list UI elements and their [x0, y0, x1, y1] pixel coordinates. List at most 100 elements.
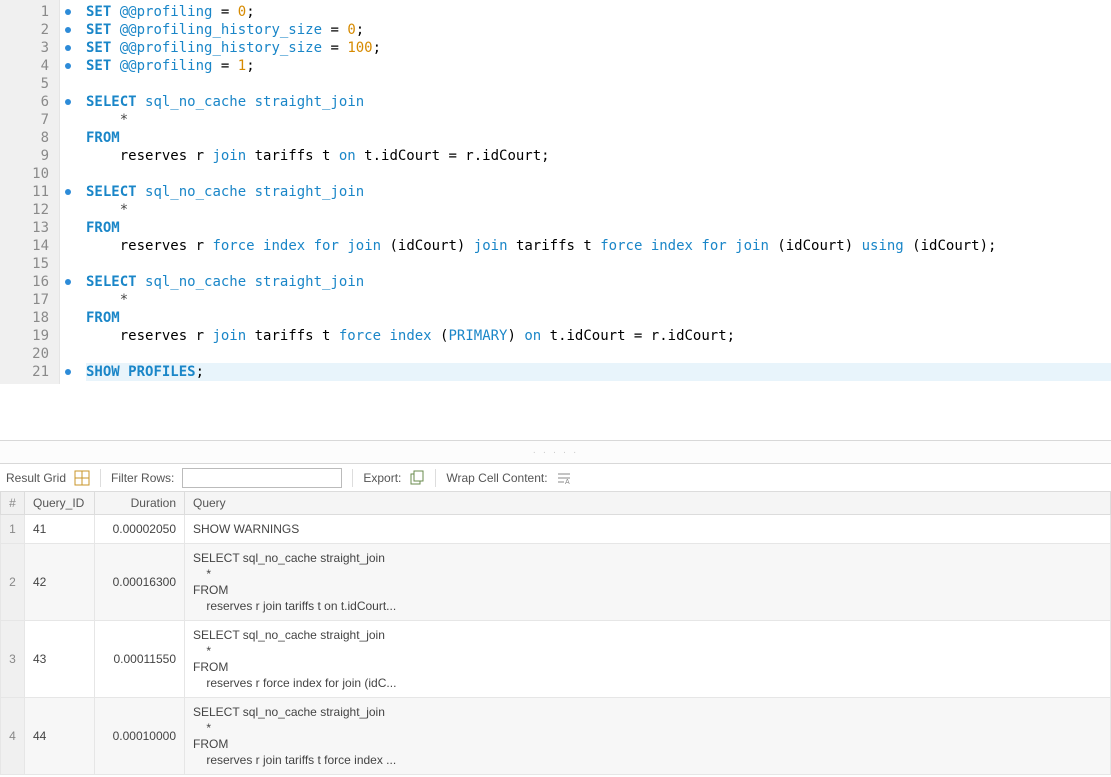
- statement-marker: [60, 345, 76, 363]
- result-grid-icon[interactable]: [74, 470, 90, 486]
- row-number-cell: 3: [1, 620, 25, 697]
- result-grid-table[interactable]: # Query_ID Duration Query 1410.00002050S…: [0, 492, 1111, 775]
- code-line[interactable]: reserves r force index for join (idCourt…: [86, 237, 1111, 255]
- code-line[interactable]: *: [86, 111, 1111, 129]
- line-number: 19: [0, 327, 53, 345]
- query-id-cell[interactable]: 44: [25, 697, 95, 774]
- col-header-duration[interactable]: Duration: [95, 492, 185, 514]
- statement-dot-icon: [65, 279, 71, 285]
- line-number: 7: [0, 111, 53, 129]
- code-line[interactable]: FROM: [86, 129, 1111, 147]
- statement-marker: [60, 273, 76, 291]
- duration-cell[interactable]: 0.00010000: [95, 697, 185, 774]
- sql-editor[interactable]: 123456789101112131415161718192021 SET @@…: [0, 0, 1111, 440]
- statement-marker: [60, 327, 76, 345]
- table-row[interactable]: 2420.00016300SELECT sql_no_cache straigh…: [1, 543, 1111, 620]
- row-number-cell: 2: [1, 543, 25, 620]
- code-line[interactable]: [86, 345, 1111, 363]
- statement-marker: [60, 57, 76, 75]
- statement-marker: [60, 39, 76, 57]
- line-number: 8: [0, 129, 53, 147]
- toolbar-separator: [352, 469, 353, 487]
- statement-marker: [60, 255, 76, 273]
- col-header-query-id[interactable]: Query_ID: [25, 492, 95, 514]
- code-line[interactable]: [86, 75, 1111, 93]
- statement-dot-icon: [65, 9, 71, 15]
- query-cell[interactable]: SELECT sql_no_cache straight_join * FROM…: [185, 697, 1111, 774]
- statement-marker: [60, 237, 76, 255]
- col-header-rownum[interactable]: #: [1, 492, 25, 514]
- code-line[interactable]: SET @@profiling_history_size = 0;: [86, 21, 1111, 39]
- line-number: 14: [0, 237, 53, 255]
- line-number: 4: [0, 57, 53, 75]
- line-number: 9: [0, 147, 53, 165]
- query-id-cell[interactable]: 42: [25, 543, 95, 620]
- result-grid-label: Result Grid: [6, 471, 66, 485]
- statement-dot-icon: [65, 45, 71, 51]
- code-line[interactable]: SELECT sql_no_cache straight_join: [86, 93, 1111, 111]
- line-number: 13: [0, 219, 53, 237]
- col-header-query[interactable]: Query: [185, 492, 1111, 514]
- query-id-cell[interactable]: 41: [25, 514, 95, 543]
- table-row[interactable]: 3430.00011550SELECT sql_no_cache straigh…: [1, 620, 1111, 697]
- query-cell[interactable]: SELECT sql_no_cache straight_join * FROM…: [185, 543, 1111, 620]
- svg-text:A: A: [565, 479, 570, 486]
- line-number: 12: [0, 201, 53, 219]
- code-area[interactable]: SET @@profiling = 0;SET @@profiling_hist…: [76, 0, 1111, 384]
- wrap-cell-icon[interactable]: A: [556, 470, 572, 486]
- statement-marker: [60, 363, 76, 381]
- line-number-gutter: 123456789101112131415161718192021: [0, 0, 60, 384]
- statement-marker: [60, 147, 76, 165]
- statement-marker: [60, 309, 76, 327]
- code-line[interactable]: reserves r join tariffs t force index (P…: [86, 327, 1111, 345]
- filter-rows-input[interactable]: [182, 468, 342, 488]
- code-line[interactable]: [86, 255, 1111, 273]
- statement-dot-icon: [65, 27, 71, 33]
- statement-dot-icon: [65, 189, 71, 195]
- statement-marker: [60, 291, 76, 309]
- code-line[interactable]: reserves r join tariffs t on t.idCourt =…: [86, 147, 1111, 165]
- statement-marker: [60, 21, 76, 39]
- statement-dot-icon: [65, 63, 71, 69]
- table-row[interactable]: 1410.00002050SHOW WARNINGS: [1, 514, 1111, 543]
- row-number-cell: 4: [1, 697, 25, 774]
- line-number: 15: [0, 255, 53, 273]
- code-line[interactable]: SHOW PROFILES;: [86, 363, 1111, 381]
- line-number: 17: [0, 291, 53, 309]
- code-line[interactable]: *: [86, 201, 1111, 219]
- line-number: 6: [0, 93, 53, 111]
- query-cell[interactable]: SHOW WARNINGS: [185, 514, 1111, 543]
- code-line[interactable]: [86, 165, 1111, 183]
- statement-marker: [60, 219, 76, 237]
- line-number: 16: [0, 273, 53, 291]
- statement-marker: [60, 129, 76, 147]
- results-toolbar: Result Grid Filter Rows: Export: Wrap Ce…: [0, 464, 1111, 492]
- statement-marker: [60, 111, 76, 129]
- export-label: Export:: [363, 471, 401, 485]
- duration-cell[interactable]: 0.00002050: [95, 514, 185, 543]
- code-line[interactable]: SET @@profiling_history_size = 100;: [86, 39, 1111, 57]
- line-number: 21: [0, 363, 53, 381]
- row-number-cell: 1: [1, 514, 25, 543]
- statement-dot-icon: [65, 369, 71, 375]
- pane-splitter[interactable]: · · · · ·: [0, 440, 1111, 464]
- toolbar-separator: [100, 469, 101, 487]
- export-icon[interactable]: [409, 470, 425, 486]
- query-cell[interactable]: SELECT sql_no_cache straight_join * FROM…: [185, 620, 1111, 697]
- duration-cell[interactable]: 0.00016300: [95, 543, 185, 620]
- code-line[interactable]: SELECT sql_no_cache straight_join: [86, 273, 1111, 291]
- statement-marker-gutter: [60, 0, 76, 384]
- statement-marker: [60, 165, 76, 183]
- line-number: 2: [0, 21, 53, 39]
- code-line[interactable]: SET @@profiling = 0;: [86, 3, 1111, 21]
- code-line[interactable]: FROM: [86, 309, 1111, 327]
- statement-marker: [60, 201, 76, 219]
- table-row[interactable]: 4440.00010000SELECT sql_no_cache straigh…: [1, 697, 1111, 774]
- code-line[interactable]: *: [86, 291, 1111, 309]
- query-id-cell[interactable]: 43: [25, 620, 95, 697]
- code-line[interactable]: SELECT sql_no_cache straight_join: [86, 183, 1111, 201]
- duration-cell[interactable]: 0.00011550: [95, 620, 185, 697]
- code-line[interactable]: FROM: [86, 219, 1111, 237]
- statement-dot-icon: [65, 99, 71, 105]
- code-line[interactable]: SET @@profiling = 1;: [86, 57, 1111, 75]
